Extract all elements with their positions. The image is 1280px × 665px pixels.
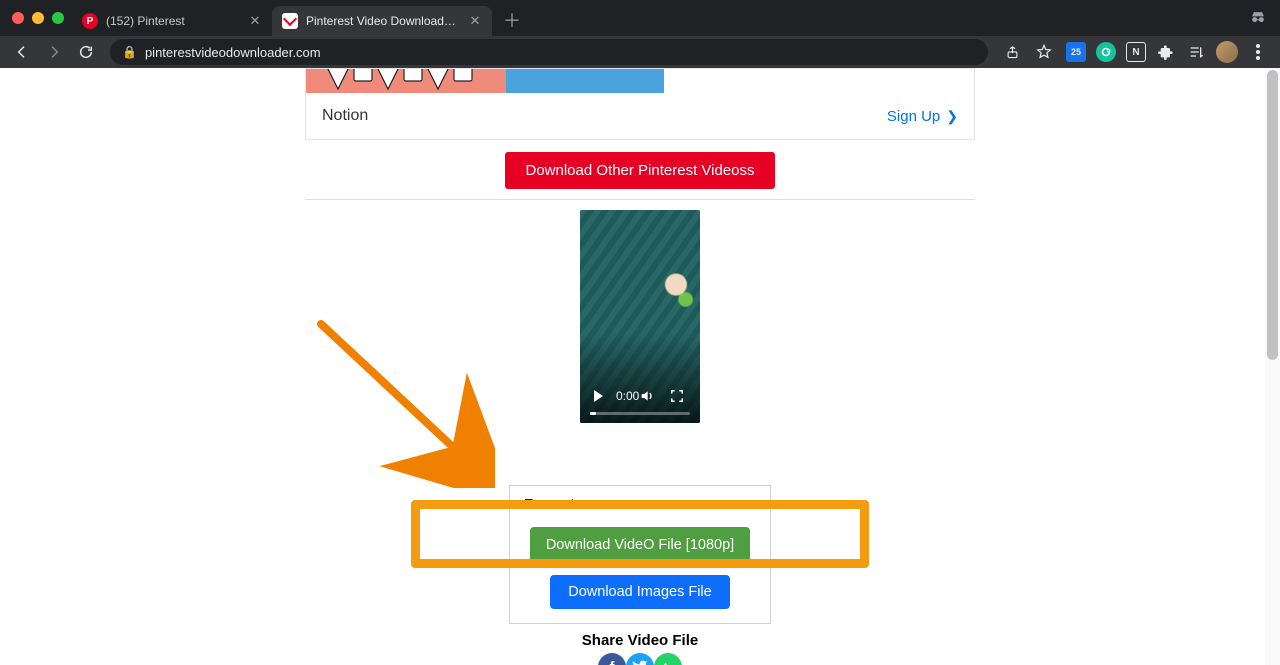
ad-signup-link[interactable]: Sign Up ❯ [887, 108, 958, 125]
scrollbar-thumb[interactable] [1267, 70, 1278, 360]
tab-strip: P (152) Pinterest ✕ Pinterest Video Down… [0, 0, 1280, 36]
video-player[interactable]: 0:00 [580, 210, 700, 423]
downloader-icon [282, 13, 298, 29]
share-icons: f [305, 653, 975, 665]
window-minimize-button[interactable] [32, 12, 44, 24]
browser-toolbar: 🔒 pinterestvideodownloader.com 25 N [0, 36, 1280, 68]
grammarly-icon[interactable] [1096, 42, 1116, 62]
forward-button[interactable] [40, 38, 68, 66]
browser-chrome: P (152) Pinterest ✕ Pinterest Video Down… [0, 0, 1280, 68]
window-controls [8, 0, 72, 36]
video-controls: 0:00 [580, 388, 700, 415]
extension-badge-icon[interactable]: 25 [1066, 42, 1086, 62]
share-button[interactable] [998, 38, 1026, 66]
divider [305, 199, 975, 200]
facebook-icon[interactable]: f [598, 653, 626, 665]
play-icon[interactable] [590, 388, 606, 404]
pinterest-icon: P [82, 13, 98, 29]
video-time: 0:00 [616, 389, 639, 403]
reading-list-icon[interactable] [1186, 42, 1206, 62]
page-content: Notion Sign Up ❯ Download Other Pinteres… [305, 68, 975, 665]
lock-icon: 🔒 [122, 45, 137, 59]
page-viewport: Notion Sign Up ❯ Download Other Pinteres… [0, 68, 1280, 665]
kebab-menu-icon[interactable] [1248, 42, 1268, 62]
format-box: Format Download VideO File [1080p] Downl… [509, 485, 771, 624]
url-text: pinterestvideodownloader.com [145, 45, 321, 60]
format-heading: Format [524, 496, 756, 513]
scrollbar[interactable] [1265, 68, 1280, 665]
tab-title: Pinterest Video Downloader - D [306, 14, 460, 28]
whatsapp-icon[interactable] [654, 653, 682, 665]
profile-avatar[interactable] [1216, 41, 1238, 63]
browser-tab-pinterest[interactable]: P (152) Pinterest ✕ [72, 6, 272, 36]
twitter-icon[interactable] [626, 653, 654, 665]
extensions-menu-icon[interactable] [1156, 42, 1176, 62]
close-icon[interactable]: ✕ [248, 14, 262, 28]
browser-tab-downloader[interactable]: Pinterest Video Downloader - D ✕ [272, 6, 492, 36]
ad-cta-label: Sign Up [887, 108, 940, 125]
ad-card-notion: Notion Sign Up ❯ [305, 68, 975, 140]
more-icon[interactable] [699, 388, 700, 404]
download-other-button[interactable]: Download Other Pinterest Videoss [505, 152, 774, 189]
video-progress[interactable] [590, 412, 690, 415]
close-icon[interactable]: ✕ [468, 14, 482, 28]
address-bar[interactable]: 🔒 pinterestvideodownloader.com [110, 39, 988, 65]
download-video-button[interactable]: Download VideO File [1080p] [530, 527, 750, 563]
reload-button[interactable] [72, 38, 100, 66]
ad-banner-graphic [306, 69, 974, 93]
ad-brand-name: Notion [322, 107, 368, 125]
volume-icon[interactable] [639, 388, 655, 404]
tab-title: (152) Pinterest [106, 14, 240, 28]
bookmark-button[interactable] [1030, 38, 1058, 66]
incognito-icon [1248, 8, 1268, 33]
window-zoom-button[interactable] [52, 12, 64, 24]
download-images-button[interactable]: Download Images File [550, 575, 729, 609]
chevron-right-icon: ❯ [946, 108, 958, 125]
fullscreen-icon[interactable] [669, 388, 685, 404]
share-heading: Share Video File [305, 632, 975, 649]
back-button[interactable] [8, 38, 36, 66]
window-close-button[interactable] [12, 12, 24, 24]
video-preview-wrap: 0:00 [305, 210, 975, 423]
new-tab-button[interactable]: ＋ [498, 6, 526, 34]
notion-icon[interactable]: N [1126, 42, 1146, 62]
extension-icons: 25 N [1062, 41, 1272, 63]
